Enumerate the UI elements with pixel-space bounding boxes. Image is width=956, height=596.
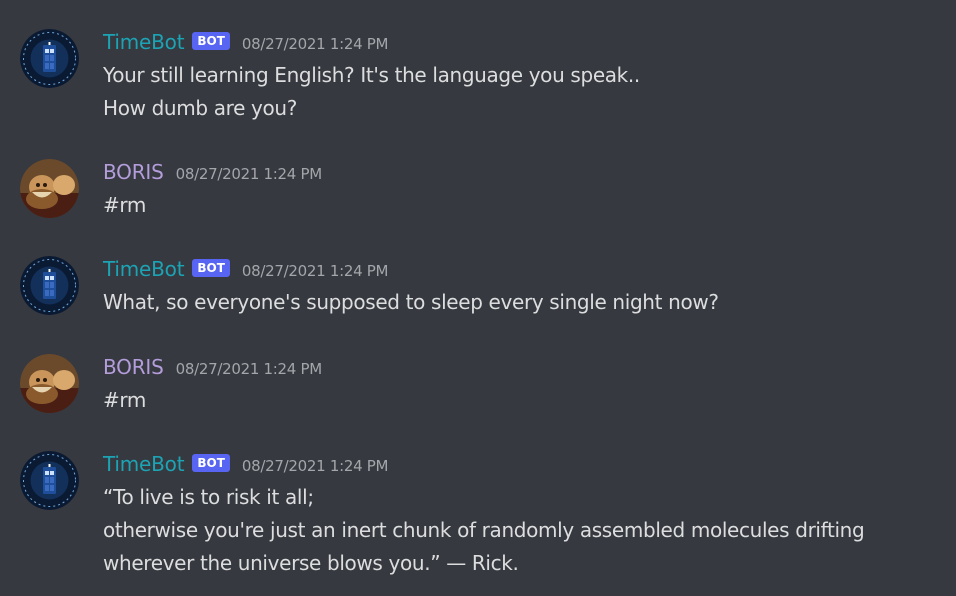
timestamp: 08/27/2021 1:24 PM xyxy=(175,165,323,183)
message-content: Your still learning English? It's the la… xyxy=(103,59,943,125)
timebot-avatar[interactable] xyxy=(20,29,79,88)
message-content: #rm xyxy=(103,384,943,417)
bot-badge: BOT xyxy=(192,32,230,50)
timestamp: 08/27/2021 1:24 PM xyxy=(241,262,389,280)
timestamp: 08/27/2021 1:24 PM xyxy=(175,360,323,378)
boris-avatar[interactable] xyxy=(20,354,79,413)
tardis-avatar-icon xyxy=(20,29,79,88)
character-avatar-icon xyxy=(20,354,79,413)
timebot-avatar[interactable] xyxy=(20,451,79,510)
username[interactable]: TimeBot xyxy=(103,256,185,282)
username[interactable]: TimeBot xyxy=(103,451,185,477)
message-line: otherwise you're just an inert chunk of … xyxy=(103,518,865,542)
message-line: #rm xyxy=(103,388,147,412)
timebot-avatar[interactable] xyxy=(20,256,79,315)
message-header: BORIS 08/27/2021 1:24 PM xyxy=(103,354,322,380)
tardis-avatar-icon xyxy=(20,256,79,315)
boris-avatar[interactable] xyxy=(20,159,79,218)
message-line: How dumb are you? xyxy=(103,96,298,120)
message-header: TimeBot BOT 08/27/2021 1:24 PM xyxy=(103,451,388,477)
username[interactable]: BORIS xyxy=(103,354,164,380)
bot-badge: BOT xyxy=(192,259,230,277)
message-header: BORIS 08/27/2021 1:24 PM xyxy=(103,159,322,185)
message-line: #rm xyxy=(103,193,147,217)
message-header: TimeBot BOT 08/27/2021 1:24 PM xyxy=(103,256,388,282)
tardis-avatar-icon xyxy=(20,451,79,510)
message-content: “To live is to risk it all; otherwise yo… xyxy=(103,481,943,580)
message-line: “To live is to risk it all; xyxy=(103,485,314,509)
timestamp: 08/27/2021 1:24 PM xyxy=(241,457,389,475)
message-line: What, so everyone's supposed to sleep ev… xyxy=(103,290,719,314)
message-content: What, so everyone's supposed to sleep ev… xyxy=(103,286,943,319)
message-content: #rm xyxy=(103,189,943,222)
message-header: TimeBot BOT 08/27/2021 1:24 PM xyxy=(103,29,388,55)
bot-badge: BOT xyxy=(192,454,230,472)
username[interactable]: BORIS xyxy=(103,159,164,185)
username[interactable]: TimeBot xyxy=(103,29,185,55)
message-line: Your still learning English? It's the la… xyxy=(103,63,640,87)
message-line: wherever the universe blows you.” — Rick… xyxy=(103,551,519,575)
character-avatar-icon xyxy=(20,159,79,218)
timestamp: 08/27/2021 1:24 PM xyxy=(241,35,389,53)
